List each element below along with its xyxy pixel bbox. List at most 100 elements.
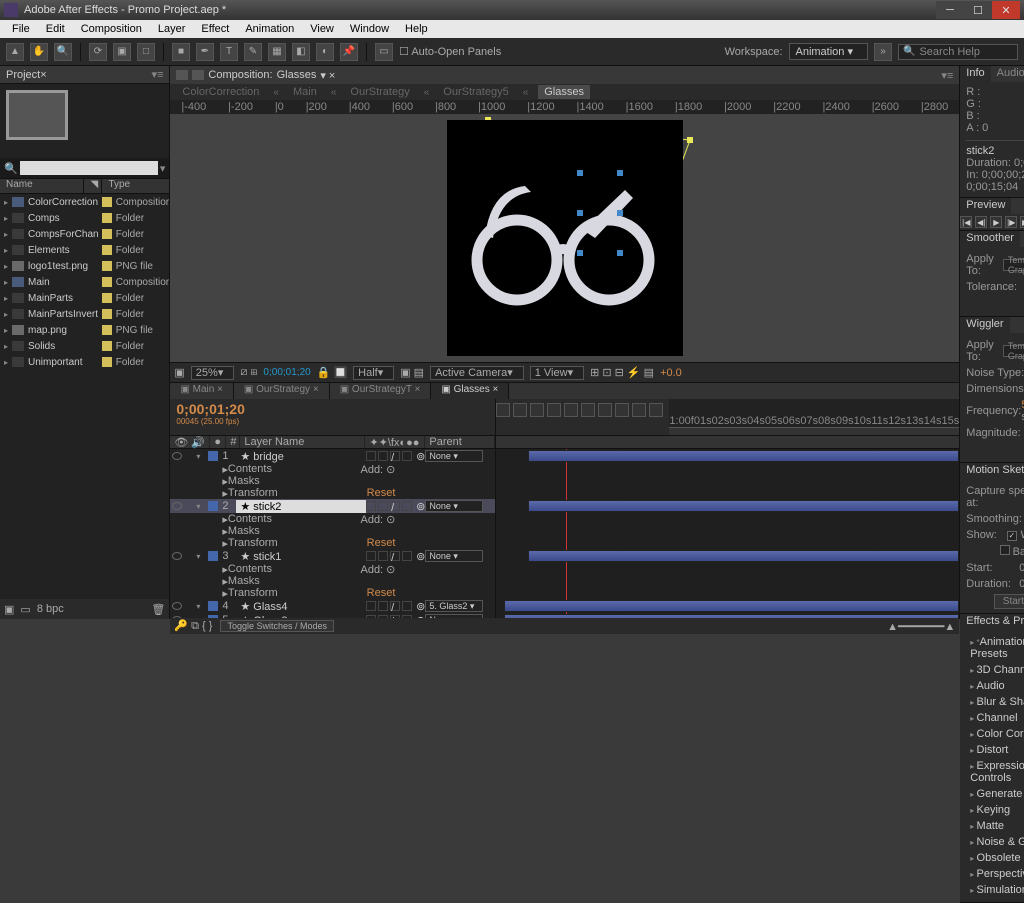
stamp-tool-icon[interactable]: ▦ <box>268 43 286 61</box>
views-dropdown[interactable]: 1 View ▾ <box>530 366 584 380</box>
last-frame-icon[interactable]: ▶| <box>1020 216 1024 228</box>
hand-tool-icon[interactable]: ✋ <box>30 43 48 61</box>
project-item[interactable]: ▸map.pngPNG file <box>0 322 169 338</box>
panels-icon[interactable]: ▭ <box>375 43 393 61</box>
layer-property-row[interactable]: ▸ Masks <box>170 475 495 487</box>
project-item[interactable]: ▸MainPartsInvertedFolder <box>0 306 169 322</box>
resolution-dropdown[interactable]: Half ▾ <box>353 366 394 380</box>
menu-edit[interactable]: Edit <box>38 23 73 35</box>
effects-category[interactable]: Generate <box>966 786 1024 802</box>
first-frame-icon[interactable]: |◀ <box>960 216 972 228</box>
start-capture-button[interactable]: Start Capture <box>994 594 1024 609</box>
timeline-layer-row[interactable]: ▾5★ Glass2/⊚None ▾ <box>170 613 495 618</box>
prev-frame-icon[interactable]: ◀| <box>975 216 987 228</box>
effects-category[interactable]: Distort <box>966 742 1024 758</box>
project-item[interactable]: ▸MainCompositior <box>0 274 169 290</box>
brush-tool-icon[interactable]: ✎ <box>244 43 262 61</box>
project-item[interactable]: ▸logo1test.pngPNG file <box>0 258 169 274</box>
project-panel-header[interactable]: Project ×▾≡ <box>0 66 169 84</box>
project-item[interactable]: ▸ColorCorrectionCompositior <box>0 194 169 210</box>
col-layer-name[interactable]: Layer Name <box>240 436 365 448</box>
col-parent[interactable]: Parent <box>425 436 495 448</box>
layer-property-row[interactable]: ▸ TransformReset <box>170 487 495 499</box>
timeline-tab[interactable]: ▣ Glasses × <box>431 383 509 399</box>
camera-dropdown[interactable]: Active Camera ▾ <box>430 366 524 380</box>
timeline-graph[interactable] <box>496 449 959 618</box>
timeline-tab[interactable]: ▣ Main × <box>170 383 234 399</box>
menu-view[interactable]: View <box>302 23 342 35</box>
minimize-button[interactable]: ─ <box>936 1 964 19</box>
bpc-button[interactable]: 8 bpc <box>37 603 64 615</box>
project-col-name[interactable]: Name <box>0 179 84 193</box>
menu-file[interactable]: File <box>4 23 38 35</box>
effects-category[interactable]: Obsolete <box>966 850 1024 866</box>
crumb-3[interactable]: OurStrategy5 <box>439 85 512 99</box>
effects-category[interactable]: Simulation <box>966 882 1024 898</box>
effects-category[interactable]: Keying <box>966 802 1024 818</box>
menu-composition[interactable]: Composition <box>73 23 150 35</box>
timeline-layer-row[interactable]: ▾2★ stick2/⊚None ▾ <box>170 499 495 513</box>
roto-tool-icon[interactable]: ◐ <box>316 43 334 61</box>
workspace-dropdown[interactable]: Animation ▾ <box>789 43 869 60</box>
timeline-tab[interactable]: ▣ OurStrategy × <box>234 383 330 399</box>
background-checkbox[interactable] <box>1000 545 1010 555</box>
effects-category[interactable]: 3D Channel <box>966 662 1024 678</box>
composition-panel-header[interactable]: Composition: Glasses ▾ × ▾≡ <box>170 66 959 84</box>
chevron-icon[interactable]: » <box>874 43 892 61</box>
pin-tool-icon[interactable]: 📌 <box>340 43 358 61</box>
layer-property-row[interactable]: ▸ TransformReset <box>170 587 495 599</box>
project-item-list[interactable]: ▸ColorCorrectionCompositior▸CompsFolder▸… <box>0 194 169 599</box>
menu-effect[interactable]: Effect <box>193 23 237 35</box>
effects-category[interactable]: Matte <box>966 818 1024 834</box>
menu-layer[interactable]: Layer <box>150 23 194 35</box>
layer-property-row[interactable]: ▸ ContentsAdd: ⊙ <box>170 463 495 475</box>
playhead[interactable] <box>566 449 567 618</box>
tab-audio[interactable]: Audio <box>991 66 1024 82</box>
layer-property-row[interactable]: ▸ Masks <box>170 575 495 587</box>
effects-category[interactable]: Perspective <box>966 866 1024 882</box>
project-col-type[interactable]: Type <box>102 179 169 193</box>
type-tool-icon[interactable]: T <box>220 43 238 61</box>
tl-search-icon[interactable] <box>496 403 510 417</box>
crumb-4[interactable]: Glasses <box>538 85 590 99</box>
smoother-applyto-dropdown[interactable]: Temporal Graph <box>1003 259 1024 271</box>
menu-animation[interactable]: Animation <box>237 23 302 35</box>
project-col-label[interactable]: ◥ <box>84 179 102 193</box>
timeline-timecode[interactable]: 0;00;01;20 <box>176 401 245 417</box>
crumb-1[interactable]: Main <box>289 85 321 99</box>
effects-category[interactable]: Expression Controls <box>966 758 1024 786</box>
close-button[interactable]: ✕ <box>992 1 1020 19</box>
crumb-2[interactable]: OurStrategy <box>346 85 413 99</box>
project-item[interactable]: ▸CompsFolder <box>0 210 169 226</box>
auto-open-panels-checkbox[interactable]: ☐ Auto-Open Panels <box>399 45 501 58</box>
trash-icon[interactable]: 🗑 <box>151 603 165 616</box>
layer-property-row[interactable]: ▸ TransformReset <box>170 537 495 549</box>
project-item[interactable]: ▸UnimportantFolder <box>0 354 169 370</box>
effects-category[interactable]: Audio <box>966 678 1024 694</box>
camera-tool-icon[interactable]: ▣ <box>113 43 131 61</box>
project-item[interactable]: ▸CompsForChangesFolder <box>0 226 169 242</box>
timeline-layer-row[interactable]: ▾4★ Glass4/⊚5. Glass2 ▾ <box>170 599 495 613</box>
shape-tool-icon[interactable]: ■ <box>172 43 190 61</box>
maximize-button[interactable]: ☐ <box>964 1 992 19</box>
layer-property-row[interactable]: ▸ Masks <box>170 525 495 537</box>
filter-icon[interactable]: ▾ <box>160 162 166 175</box>
new-folder-icon[interactable]: ▭ <box>20 603 30 616</box>
composition-viewer[interactable] <box>170 114 959 362</box>
tab-preview[interactable]: Preview <box>960 198 1011 214</box>
exposure-value[interactable]: +0.0 <box>660 367 682 379</box>
timeline-tab[interactable]: ▣ OurStrategyT × <box>330 383 432 399</box>
viewer-timecode[interactable]: 0;00;01;20 <box>263 367 310 378</box>
crumb-0[interactable]: ColorCorrection <box>178 85 263 99</box>
effects-category[interactable]: Animation Presets <box>966 634 1024 662</box>
pan-tool-icon[interactable]: □ <box>137 43 155 61</box>
menu-help[interactable]: Help <box>397 23 436 35</box>
timeline-layer-row[interactable]: ▾1★ bridge/⊚None ▾ <box>170 449 495 463</box>
project-item[interactable]: ▸MainPartsFolder <box>0 290 169 306</box>
effects-category[interactable]: Color Correction <box>966 726 1024 742</box>
wiggler-applyto-dropdown[interactable]: Temporal Graph <box>1003 345 1024 357</box>
layer-property-row[interactable]: ▸ ContentsAdd: ⊙ <box>170 513 495 525</box>
project-search-input[interactable] <box>20 161 158 175</box>
layer-property-row[interactable]: ▸ ContentsAdd: ⊙ <box>170 563 495 575</box>
effects-category[interactable]: Channel <box>966 710 1024 726</box>
